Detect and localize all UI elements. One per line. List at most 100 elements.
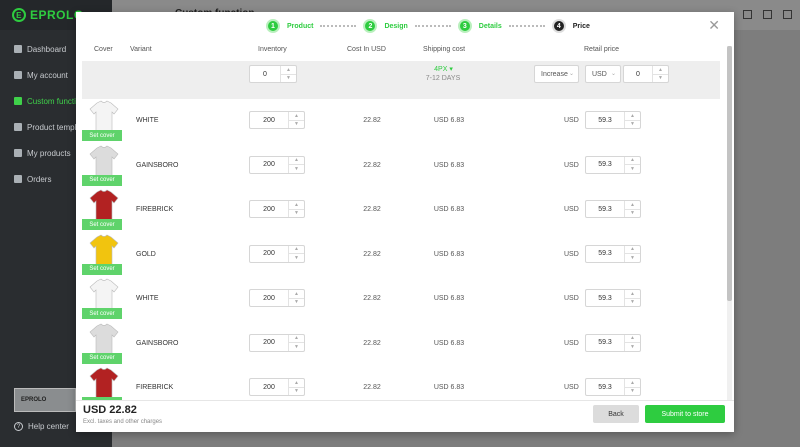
dashboard-icon [14, 45, 22, 53]
variant-name: FIREBRICK [136, 206, 174, 213]
step-label: Details [478, 22, 502, 30]
decrement-icon[interactable]: ▼ [281, 73, 296, 83]
retail-price-input[interactable]: 59.3 ▲ ▼ [585, 289, 641, 307]
cost-value: 22.82 [363, 339, 381, 347]
set-cover-button[interactable]: Set cover [82, 174, 122, 186]
back-button[interactable]: Back [593, 405, 639, 423]
decrement-icon[interactable]: ▼ [625, 342, 640, 351]
shipping-value: USD 6.83 [433, 161, 465, 169]
increment-icon[interactable]: ▲ [289, 290, 304, 298]
inventory-input[interactable]: 200 ▲ ▼ [249, 155, 305, 174]
menu-icon[interactable] [783, 10, 792, 19]
currency-select[interactable]: USD ⌄ [585, 65, 621, 83]
decrement-icon[interactable]: ▼ [625, 386, 640, 396]
bulk-inventory-value: 0 [263, 70, 267, 78]
increment-icon[interactable]: ▲ [289, 379, 304, 387]
decrement-icon[interactable]: ▼ [289, 297, 304, 307]
shipping-value: USD 6.83 [433, 117, 465, 124]
scrollbar-thumb[interactable] [727, 46, 732, 301]
increment-icon[interactable]: ▲ [289, 112, 304, 120]
increment-icon[interactable]: ▲ [625, 157, 640, 165]
increment-icon[interactable]: ▲ [625, 379, 640, 387]
bulk-inventory-input[interactable]: 0 ▲ ▼ [249, 65, 297, 83]
increment-icon[interactable]: ▲ [289, 246, 304, 254]
increment-icon[interactable]: ▲ [289, 201, 304, 209]
inventory-input[interactable]: 200 ▲ ▼ [249, 333, 305, 352]
retail-price-value: 59.3 [598, 383, 612, 391]
step-price: 4 Price [551, 19, 590, 33]
retail-price-value: 59.3 [598, 161, 612, 168]
inventory-value: 200 [263, 205, 275, 213]
stepper: ▲ ▼ [288, 201, 304, 217]
decrement-icon[interactable]: ▼ [625, 119, 640, 129]
step-details[interactable]: 3 Details [457, 19, 502, 33]
set-cover-button[interactable]: Set cover [82, 308, 122, 319]
help-center-link[interactable]: ? Help center [14, 422, 69, 431]
stepper: ▲ ▼ [624, 245, 640, 262]
column-retail-price: Retail price [584, 46, 620, 53]
increment-icon[interactable]: ▲ [281, 66, 296, 74]
increment-icon[interactable]: ▲ [289, 335, 304, 343]
inventory-input[interactable]: 200 ▲ ▼ [249, 244, 305, 263]
step-separator [508, 25, 545, 27]
bulk-price-input[interactable]: 0 ▲ ▼ [623, 65, 669, 83]
price-currency: USD [564, 339, 579, 347]
decrement-icon[interactable]: ▼ [289, 208, 304, 218]
submit-to-store-button[interactable]: Submit to store [645, 405, 725, 423]
step-number: 2 [363, 19, 378, 33]
set-cover-button[interactable]: Set cover [82, 219, 122, 230]
decrement-icon[interactable]: ▼ [625, 208, 640, 218]
inventory-input[interactable]: 200 ▲ ▼ [249, 289, 305, 307]
user-icon[interactable] [743, 10, 752, 19]
inventory-input[interactable]: 200 ▲ ▼ [249, 378, 305, 396]
shipping-days: 7-12 DAYS [425, 75, 461, 82]
retail-price-input[interactable]: 59.3 ▲ ▼ [585, 200, 641, 218]
retail-price-value: 59.3 [598, 205, 612, 213]
decrement-icon[interactable]: ▼ [289, 253, 304, 262]
set-cover-button[interactable]: Set cover [82, 352, 122, 364]
decrement-icon[interactable]: ▼ [289, 119, 304, 129]
inventory-input[interactable]: 200 ▲ ▼ [249, 111, 305, 129]
increment-icon[interactable]: ▲ [653, 66, 668, 74]
increment-icon[interactable]: ▲ [625, 112, 640, 120]
tshirt-thumbnail [89, 367, 119, 400]
retail-price-value: 59.3 [598, 116, 612, 124]
retail-price-input[interactable]: 59.3 ▲ ▼ [585, 244, 641, 263]
step-product[interactable]: 1 Product [266, 19, 313, 33]
sidebar-item-label: Dashboard [27, 44, 67, 54]
adjust-mode-select[interactable]: Increase ⌄ [534, 65, 579, 83]
retail-price-input[interactable]: 59.3 ▲ ▼ [585, 155, 641, 174]
set-cover-button[interactable]: Set cover [82, 130, 122, 141]
decrement-icon[interactable]: ▼ [625, 297, 640, 307]
retail-price-input[interactable]: 59.3 ▲ ▼ [585, 333, 641, 352]
decrement-icon[interactable]: ▼ [653, 73, 668, 83]
decrement-icon[interactable]: ▼ [625, 253, 640, 262]
orders-icon [14, 175, 22, 183]
stepper: ▲ ▼ [624, 379, 640, 395]
sidebar-item-label: Orders [27, 174, 52, 184]
decrement-icon[interactable]: ▼ [625, 164, 640, 173]
inventory-input[interactable]: 200 ▲ ▼ [249, 200, 305, 218]
store-icon[interactable] [763, 10, 772, 19]
increment-icon[interactable]: ▲ [289, 157, 304, 165]
column-variant: Variant [130, 46, 152, 53]
stepper: ▲ ▼ [624, 290, 640, 306]
increment-icon[interactable]: ▲ [625, 335, 640, 343]
help-label: Help center [28, 422, 69, 431]
price-currency: USD [564, 161, 579, 169]
retail-price-input[interactable]: 59.3 ▲ ▼ [585, 378, 641, 396]
decrement-icon[interactable]: ▼ [289, 164, 304, 173]
decrement-icon[interactable]: ▼ [289, 386, 304, 396]
shipping-method-select[interactable]: 4PX ▾ [421, 65, 466, 73]
column-cover: Cover [94, 46, 113, 53]
close-icon[interactable]: ✕ [708, 18, 720, 32]
increment-icon[interactable]: ▲ [625, 201, 640, 209]
set-cover-button[interactable]: Set cover [82, 263, 122, 275]
increment-icon[interactable]: ▲ [625, 290, 640, 298]
retail-price-input[interactable]: 59.3 ▲ ▼ [585, 111, 641, 129]
increment-icon[interactable]: ▲ [625, 246, 640, 254]
decrement-icon[interactable]: ▼ [289, 342, 304, 351]
total-price: USD 22.82 [83, 404, 137, 416]
step-design[interactable]: 2 Design [363, 19, 408, 33]
scrollbar[interactable] [727, 46, 732, 406]
